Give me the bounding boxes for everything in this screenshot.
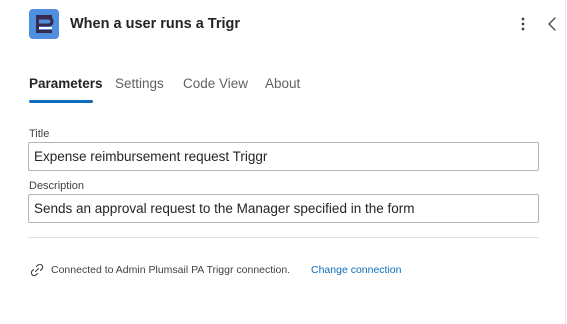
connection-status-text: Connected to Admin Plumsail PA Triggr co…	[51, 264, 291, 276]
trigger-title: When a user runs a Trigr	[70, 16, 241, 32]
plumsail-logo-icon	[29, 9, 59, 39]
tab-about[interactable]: About	[265, 76, 300, 91]
title-field-label: Title	[29, 128, 50, 140]
chevron-left-icon[interactable]	[545, 15, 559, 33]
description-field[interactable]	[28, 194, 539, 223]
tab-settings[interactable]: Settings	[115, 76, 164, 91]
tab-parameters[interactable]: Parameters	[29, 76, 103, 91]
title-field[interactable]	[28, 142, 539, 171]
active-tab-indicator	[29, 100, 93, 103]
change-connection-link[interactable]: Change connection	[311, 264, 402, 276]
description-field-label: Description	[29, 180, 85, 192]
section-divider	[28, 237, 539, 238]
panel-header: When a user runs a Trigr	[0, 0, 566, 50]
tab-code-view[interactable]: Code View	[183, 76, 248, 91]
trigger-details-panel: When a user runs a Trigr Parameters Sett…	[0, 0, 566, 324]
more-vertical-icon[interactable]	[515, 14, 531, 34]
link-icon	[30, 263, 44, 277]
